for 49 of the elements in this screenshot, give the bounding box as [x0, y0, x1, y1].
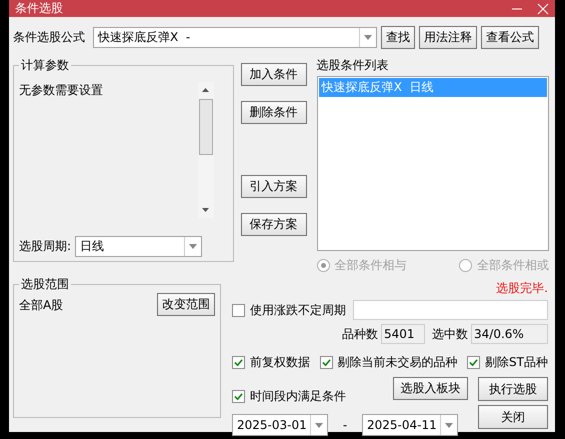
params-text: 无参数需要设置 [19, 82, 103, 99]
window-title: 条件选股 [15, 0, 63, 17]
scrollbar[interactable] [198, 82, 214, 218]
scroll-down-icon[interactable] [202, 208, 210, 212]
checkbox[interactable] [232, 356, 245, 369]
count-label: 品种数 [342, 326, 378, 342]
group-title: 选股范围 [20, 276, 70, 293]
formula-button[interactable]: 查看公式 [481, 26, 539, 49]
status-text: 选股完毕. [496, 280, 548, 297]
range-value: 全部A股 [19, 297, 64, 314]
checkbox[interactable] [320, 356, 333, 369]
add-to-block-button[interactable]: 选股入板块 [393, 377, 468, 400]
checkbox-label: 前复权数据 [250, 354, 310, 371]
formula-button[interactable]: 查找 [381, 26, 415, 49]
period-input[interactable] [353, 300, 548, 320]
close-button[interactable]: 关闭 [478, 405, 548, 429]
radio-label: 全部条件相与 [334, 257, 407, 274]
checkbox-label: 时间段内满足条件 [250, 388, 346, 405]
condition-button[interactable]: 保存方案 [240, 213, 307, 236]
checkbox[interactable] [232, 390, 245, 403]
group-title: 计算参数 [20, 57, 70, 74]
radio-label: 全部条件相或 [477, 257, 549, 274]
checkbox-label: 使用涨跌不定周期 [250, 302, 346, 318]
conditions-title: 选股条件列表 [316, 57, 390, 74]
formula-dropdown[interactable]: 快速探底反弹X - [93, 27, 377, 48]
scroll-up-icon[interactable] [202, 88, 210, 92]
formula-label: 条件选股公式 [13, 29, 86, 46]
start-date-picker[interactable]: 2025-03-01 [232, 414, 328, 436]
checkbox-label: 剔除ST品种 [485, 354, 548, 371]
date-separator: - [342, 418, 348, 432]
period-label: 选股周期: [19, 238, 72, 255]
period-dropdown[interactable]: 日线 [75, 236, 202, 257]
checkbox[interactable] [232, 304, 245, 316]
radio-button[interactable] [459, 259, 472, 272]
condition-button[interactable]: 加入条件 [240, 63, 307, 86]
checkbox-label: 剔除当前未交易的品种 [338, 354, 458, 371]
checkbox[interactable] [467, 356, 480, 369]
condition-button[interactable]: 删除条件 [240, 101, 307, 124]
count-field: 34/0.6% [471, 324, 548, 344]
formula-button[interactable]: 用法注释 [419, 26, 477, 49]
condition-button[interactable]: 引入方案 [240, 175, 307, 198]
close-icon[interactable] [537, 2, 549, 14]
end-date-picker[interactable]: 2025-04-11 [362, 414, 458, 436]
run-button[interactable]: 执行选股 [478, 377, 548, 401]
count-field: 5401 [381, 324, 425, 344]
change-range-button[interactable]: 改变范围 [157, 293, 215, 316]
scroll-thumb[interactable] [198, 99, 213, 155]
radio-button[interactable] [316, 259, 330, 272]
count-label: 选中数 [432, 326, 468, 342]
